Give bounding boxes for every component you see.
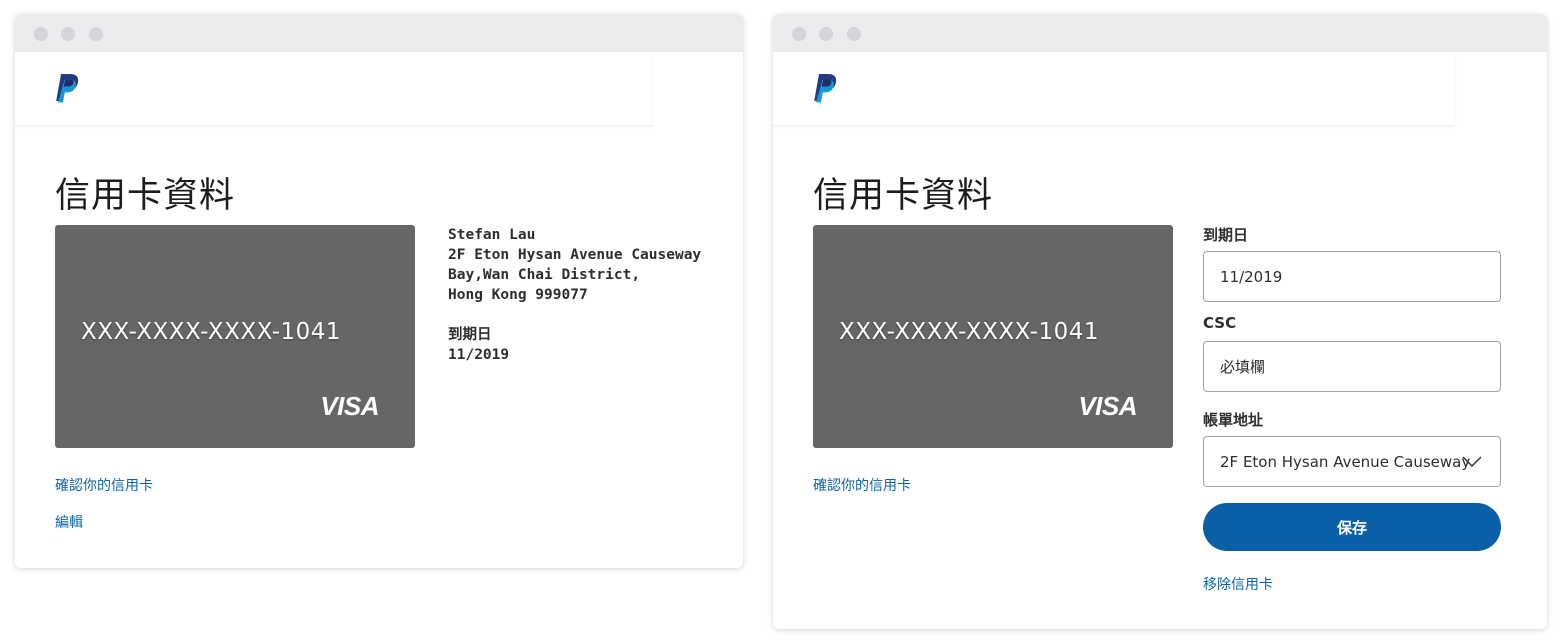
credit-card-preview: XXX-XXXX-XXXX-1041 VISA <box>813 225 1173 448</box>
address-line-3: Hong Kong 999077 <box>448 287 588 303</box>
chevron-down-icon[interactable] <box>1462 455 1482 469</box>
confirm-card-link[interactable]: 確認你的信用卡 <box>813 475 911 495</box>
billing-address-label: 帳單地址 <box>1203 411 1264 429</box>
save-button[interactable]: 保存 <box>1203 503 1501 551</box>
billing-address-select[interactable]: 2F Eton Hysan Avenue Causeway <box>1203 436 1501 487</box>
window-titlebar <box>773 14 1547 52</box>
edit-card-link[interactable]: 編輯 <box>55 512 83 532</box>
card-details-window: 信用卡資料 XXX-XXXX-XXXX-1041 VISA Stefan Lau… <box>15 14 743 568</box>
paypal-logo-icon[interactable] <box>813 72 839 103</box>
csc-label: CSC <box>1203 314 1237 332</box>
edit-card-window: 信用卡資料 XXX-XXXX-XXXX-1041 VISA 確認你的信用卡 到期… <box>773 14 1547 629</box>
card-number: XXX-XXXX-XXXX-1041 <box>81 319 342 345</box>
window-minimize-dot[interactable] <box>61 27 75 41</box>
confirm-card-link[interactable]: 確認你的信用卡 <box>55 475 153 495</box>
remove-card-link[interactable]: 移除信用卡 <box>1203 574 1273 594</box>
expiry-field[interactable] <box>1203 251 1501 302</box>
edit-card-form: 到期日 CSC 帳單地址 2F Eton Hysan Avenue Causew… <box>1203 224 1501 551</box>
paypal-logo-icon[interactable] <box>55 72 81 103</box>
billing-address-value: 2F Eton Hysan Avenue Causeway <box>1220 452 1471 471</box>
cardholder-name: Stefan Lau <box>448 227 536 243</box>
page-title: 信用卡資料 <box>813 176 994 216</box>
expiry-label: 到期日 <box>448 327 492 343</box>
csc-input[interactable] <box>1220 357 1484 376</box>
csc-field[interactable] <box>1203 341 1501 392</box>
expiry-value: 11/2019 <box>448 347 510 363</box>
window-close-dot[interactable] <box>34 27 48 41</box>
card-number: XXX-XXXX-XXXX-1041 <box>839 319 1100 345</box>
visa-logo-icon: VISA <box>320 391 379 421</box>
expiry-input[interactable] <box>1220 267 1484 286</box>
page-header <box>15 52 652 126</box>
window-maximize-dot[interactable] <box>847 27 861 41</box>
window-minimize-dot[interactable] <box>819 27 833 41</box>
page-title: 信用卡資料 <box>55 176 236 216</box>
address-line-1: 2F Eton Hysan Avenue Causeway <box>448 247 702 263</box>
page-header <box>773 52 1455 126</box>
window-maximize-dot[interactable] <box>89 27 103 41</box>
expiry-label: 到期日 <box>1203 226 1249 244</box>
window-titlebar <box>15 14 743 52</box>
visa-logo-icon: VISA <box>1078 391 1137 421</box>
credit-card-preview: XXX-XXXX-XXXX-1041 VISA <box>55 225 415 448</box>
window-close-dot[interactable] <box>792 27 806 41</box>
address-line-2: Bay,Wan Chai District, <box>448 267 641 283</box>
cardholder-info: Stefan Lau 2F Eton Hysan Avenue Causeway… <box>448 225 701 365</box>
